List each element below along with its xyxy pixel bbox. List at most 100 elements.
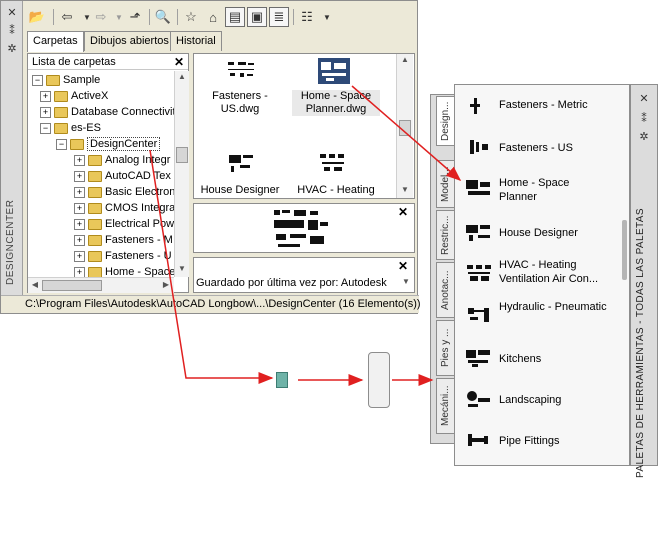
tree-item[interactable]: − es-ES <box>40 120 101 136</box>
expand-icon[interactable]: + <box>74 186 85 198</box>
tree-view-toggle-icon[interactable]: ▤ <box>225 7 245 27</box>
back-icon[interactable]: ⇦ <box>57 7 77 27</box>
expand-icon[interactable]: + <box>74 154 85 166</box>
collapse-icon[interactable]: − <box>56 138 67 150</box>
tool-item[interactable]: Hydraulic - Pneumatic <box>466 300 626 332</box>
palette-scrollbar[interactable] <box>622 220 627 280</box>
properties-icon[interactable]: ✲ <box>637 131 651 143</box>
house-icon <box>466 224 492 242</box>
tree-item[interactable]: − Sample <box>32 72 100 88</box>
scroll-left-icon[interactable]: ◀ <box>29 279 41 291</box>
scroll-up-icon[interactable]: ▲ <box>399 54 411 66</box>
scroll-up-icon[interactable]: ▲ <box>176 71 188 83</box>
scroll-down-icon[interactable]: ▼ <box>176 263 188 275</box>
close-icon[interactable]: ✕ <box>637 93 651 105</box>
tool-item[interactable]: Pipe Fittings <box>466 432 626 452</box>
scroll-down-icon[interactable]: ▼ <box>399 184 411 196</box>
tree-item[interactable]: + Basic Electron <box>74 184 175 200</box>
scrollbar-thumb[interactable] <box>176 147 188 163</box>
tool-item[interactable]: Kitchens <box>466 350 626 370</box>
tree-item[interactable]: + AutoCAD Tex <box>74 168 171 184</box>
folder-icon <box>88 218 102 230</box>
tool-palette-title: PALETAS DE HERRAMIENTAS - TODAS LAS PALE… <box>635 208 646 478</box>
tree-item[interactable]: + Analog Integr <box>74 152 170 168</box>
expand-icon[interactable]: + <box>74 266 85 278</box>
tree-item[interactable]: + ActiveX <box>40 88 108 104</box>
content-item-label[interactable]: HVAC - Heating Ventilation Air <box>292 184 380 198</box>
content-item-label[interactable]: Home - Space Planner.dwg <box>292 90 380 116</box>
scroll-down-icon[interactable]: ▼ <box>400 276 412 288</box>
autohide-icon[interactable]: ⁑ <box>5 25 19 37</box>
floorplan-icon <box>466 180 492 198</box>
tab-dibujos-abiertos[interactable]: Dibujos abiertos <box>84 31 175 51</box>
load-icon[interactable]: 📂 <box>27 7 47 27</box>
expand-icon[interactable]: + <box>74 202 85 214</box>
tree-item[interactable]: + Fasteners - U <box>74 248 172 264</box>
tab-carpetas[interactable]: Carpetas <box>27 31 84 52</box>
tool-item[interactable]: Fasteners - Metric <box>466 98 626 118</box>
content-item-label[interactable]: House Designer <box>196 184 284 198</box>
views-icon[interactable]: ☷ <box>297 7 317 27</box>
close-icon[interactable]: ✕ <box>396 205 410 219</box>
folder-icon <box>88 234 102 246</box>
content-item-label[interactable]: Fasteners - US.dwg <box>196 90 284 116</box>
tree-item[interactable]: + Electrical Pow <box>74 216 174 232</box>
tree-item[interactable]: + Fasteners - M <box>74 232 173 248</box>
tree-item[interactable]: + Database Connectivit <box>40 104 176 120</box>
content-vertical-scrollbar[interactable]: ▲ ▼ <box>396 54 413 198</box>
palette-tab-model[interactable]: Model... <box>436 160 456 208</box>
drawing-thumbnail-selected[interactable] <box>318 58 350 84</box>
description-toggle-icon[interactable]: ≣ <box>269 7 289 27</box>
tree-item-designcenter[interactable]: − DesignCenter <box>56 136 161 152</box>
expand-icon[interactable]: + <box>74 250 85 262</box>
properties-icon[interactable]: ✲ <box>5 43 19 55</box>
pipe-icon <box>466 432 492 450</box>
tool-item[interactable]: Landscaping <box>466 390 626 412</box>
tree-vertical-scrollbar[interactable]: ▲ ▼ <box>174 71 189 277</box>
tool-item[interactable]: HVAC - Heating Ventilation Air Con... <box>466 258 626 290</box>
scroll-right-icon[interactable]: ▶ <box>160 279 172 291</box>
scrollbar-thumb[interactable] <box>399 120 411 136</box>
collapse-icon[interactable]: − <box>32 74 43 86</box>
home-icon[interactable]: ⌂ <box>203 7 223 27</box>
fastener-icon <box>466 138 492 156</box>
expand-icon[interactable]: + <box>40 106 51 118</box>
expand-icon[interactable]: + <box>74 234 85 246</box>
expand-icon[interactable]: + <box>74 170 85 182</box>
folder-list-header: Lista de carpetas ✕ <box>28 54 188 70</box>
expand-icon[interactable]: + <box>74 218 85 230</box>
close-icon[interactable]: ✕ <box>396 259 410 273</box>
palette-tab-design[interactable]: Design... <box>436 96 456 146</box>
up-icon[interactable]: ⬏ <box>125 7 145 27</box>
drawing-thumbnail[interactable] <box>318 152 348 174</box>
expand-icon[interactable]: + <box>40 90 51 102</box>
drawing-thumbnail[interactable] <box>226 60 256 82</box>
dragged-block-icon <box>276 372 288 388</box>
palette-tab-anotac[interactable]: Anotac... <box>436 262 456 318</box>
palette-tab-restric[interactable]: Restric... <box>436 210 456 260</box>
folder-icon <box>70 138 84 150</box>
search-icon[interactable]: 🔍 <box>153 7 173 27</box>
tree-horizontal-scrollbar[interactable]: ◀ ▶ <box>28 277 174 293</box>
views-dropdown-icon[interactable]: ▼ <box>317 7 337 27</box>
tab-historial[interactable]: Historial <box>170 31 222 51</box>
drawing-thumbnail[interactable] <box>226 152 256 174</box>
palette-tab-pies[interactable]: Pies y ... <box>436 320 456 376</box>
palette-outline-icon <box>368 352 390 408</box>
autohide-icon[interactable]: ⁑ <box>637 113 651 125</box>
tree-item[interactable]: + CMOS Integra <box>74 200 175 216</box>
scrollbar-thumb[interactable] <box>42 280 102 291</box>
description-panel: ✕ Guardado por última vez por: Autodesk … <box>193 257 415 293</box>
favorites-icon[interactable]: ☆ <box>181 7 201 27</box>
close-icon[interactable]: ✕ <box>172 55 186 69</box>
tool-item[interactable]: House Designer <box>466 224 626 244</box>
tool-item[interactable]: Fasteners - US <box>466 138 626 158</box>
preview-toggle-icon[interactable]: ▣ <box>247 7 267 27</box>
kitchen-icon <box>466 350 492 368</box>
palette-tab-mecanica[interactable]: Mecáni... <box>436 378 456 434</box>
tool-item[interactable]: Home - Space Planner <box>466 176 626 206</box>
forward-icon[interactable]: ⇨ <box>91 7 111 27</box>
collapse-icon[interactable]: − <box>40 122 51 134</box>
close-icon[interactable]: ✕ <box>5 7 19 19</box>
preview-image <box>272 208 330 250</box>
